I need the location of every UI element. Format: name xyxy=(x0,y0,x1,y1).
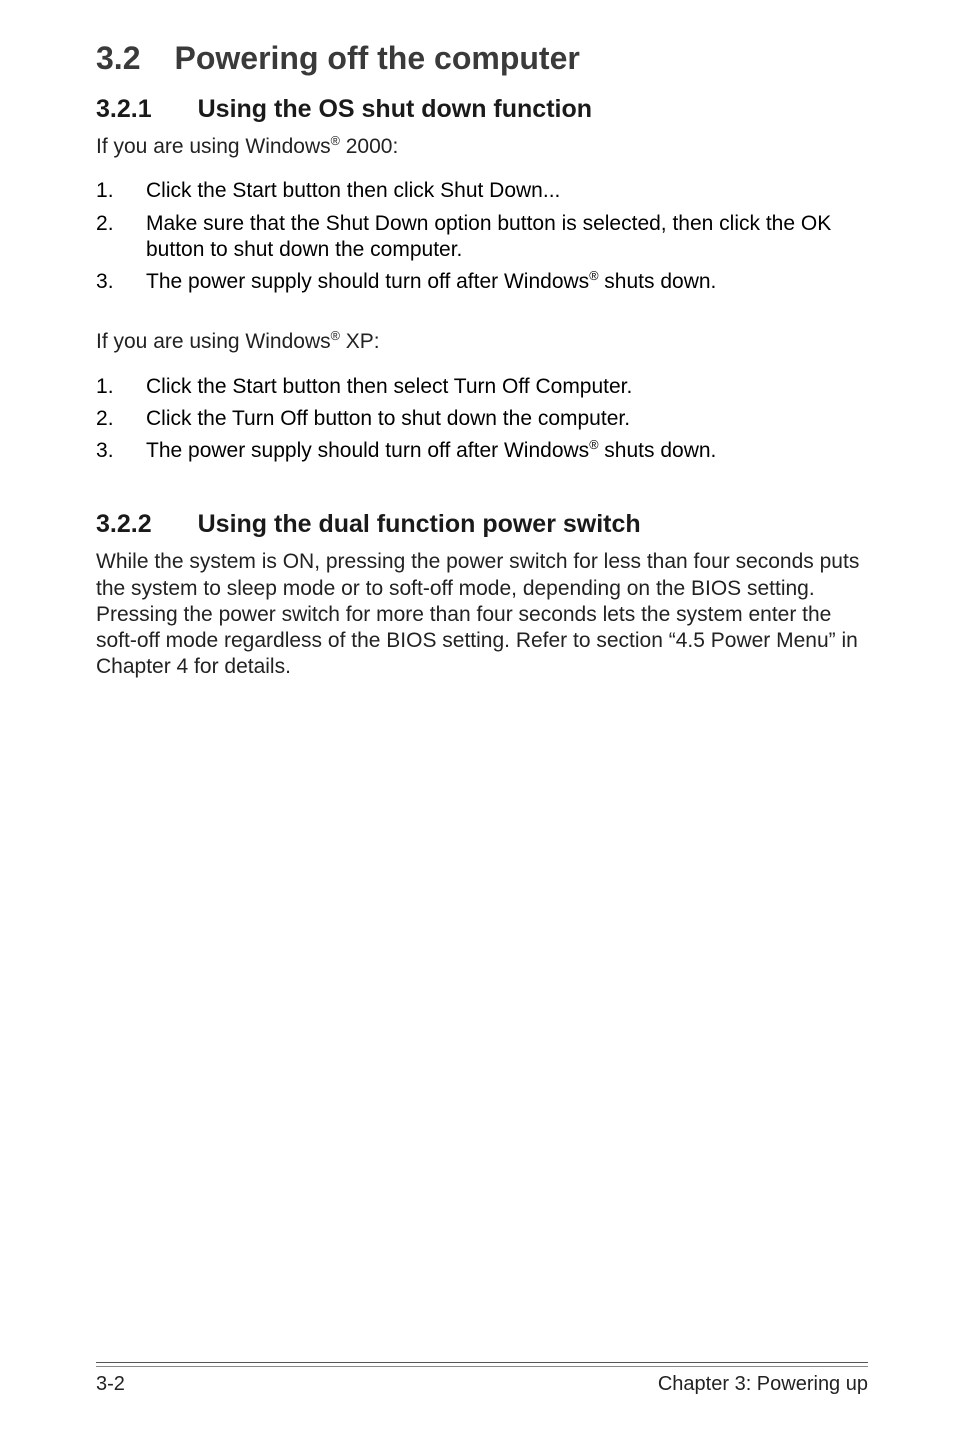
steps-list-2000: Click the Start button then click Shut D… xyxy=(96,178,868,295)
step-item: Make sure that the Shut Down option butt… xyxy=(96,211,868,264)
step-text: The power supply should turn off after W… xyxy=(146,270,589,293)
step-item: Click the Turn Off button to shut down t… xyxy=(96,406,868,432)
subsection-number: 3.2.1 xyxy=(96,95,152,124)
registered-symbol: ® xyxy=(331,134,340,148)
step-text: shuts down. xyxy=(598,270,716,293)
step-text: Make sure that the Shut Down option butt… xyxy=(146,212,831,261)
intro-2000: If you are using Windows® 2000: xyxy=(96,134,868,160)
footer-rule xyxy=(96,1362,868,1363)
section-number: 3.2 xyxy=(96,40,140,77)
subsection-heading: 3.2.1 Using the OS shut down function xyxy=(96,95,868,124)
body-paragraph: While the system is ON, pressing the pow… xyxy=(96,549,868,680)
page-footer: 3-2 Chapter 3: Powering up xyxy=(96,1362,868,1396)
document-page: 3.2 Powering off the computer 3.2.1 Using … xyxy=(0,0,954,1438)
step-text: shuts down. xyxy=(598,439,716,462)
step-text: The power supply should turn off after W… xyxy=(146,439,589,462)
registered-symbol: ® xyxy=(331,329,340,343)
step-text: Click the Turn Off button to shut down t… xyxy=(146,407,630,430)
step-item: Click the Start button then select Turn … xyxy=(96,374,868,400)
footer-rule xyxy=(96,1366,868,1367)
text-fragment: XP: xyxy=(340,330,380,353)
chapter-label: Chapter 3: Powering up xyxy=(658,1373,868,1396)
subsection-title: Using the dual function power switch xyxy=(198,510,641,538)
text-fragment: If you are using Windows xyxy=(96,330,331,353)
subsection-heading: 3.2.2 Using the dual function power switc… xyxy=(96,510,868,539)
subsection-title: Using the OS shut down function xyxy=(198,95,592,123)
text-fragment: 2000: xyxy=(340,135,398,158)
step-item: The power supply should turn off after W… xyxy=(96,269,868,295)
step-text: Click the Start button then click Shut D… xyxy=(146,179,560,202)
text-fragment: If you are using Windows xyxy=(96,135,331,158)
steps-list-xp: Click the Start button then select Turn … xyxy=(96,374,868,465)
subsection-number: 3.2.2 xyxy=(96,510,152,539)
section-heading: 3.2 Powering off the computer xyxy=(96,40,868,77)
intro-xp: If you are using Windows® XP: xyxy=(96,329,868,355)
step-item: The power supply should turn off after W… xyxy=(96,438,868,464)
footer-row: 3-2 Chapter 3: Powering up xyxy=(96,1373,868,1396)
step-item: Click the Start button then click Shut D… xyxy=(96,178,868,204)
step-text: Click the Start button then select Turn … xyxy=(146,375,632,398)
section-title: Powering off the computer xyxy=(174,40,579,76)
page-number: 3-2 xyxy=(96,1373,125,1396)
